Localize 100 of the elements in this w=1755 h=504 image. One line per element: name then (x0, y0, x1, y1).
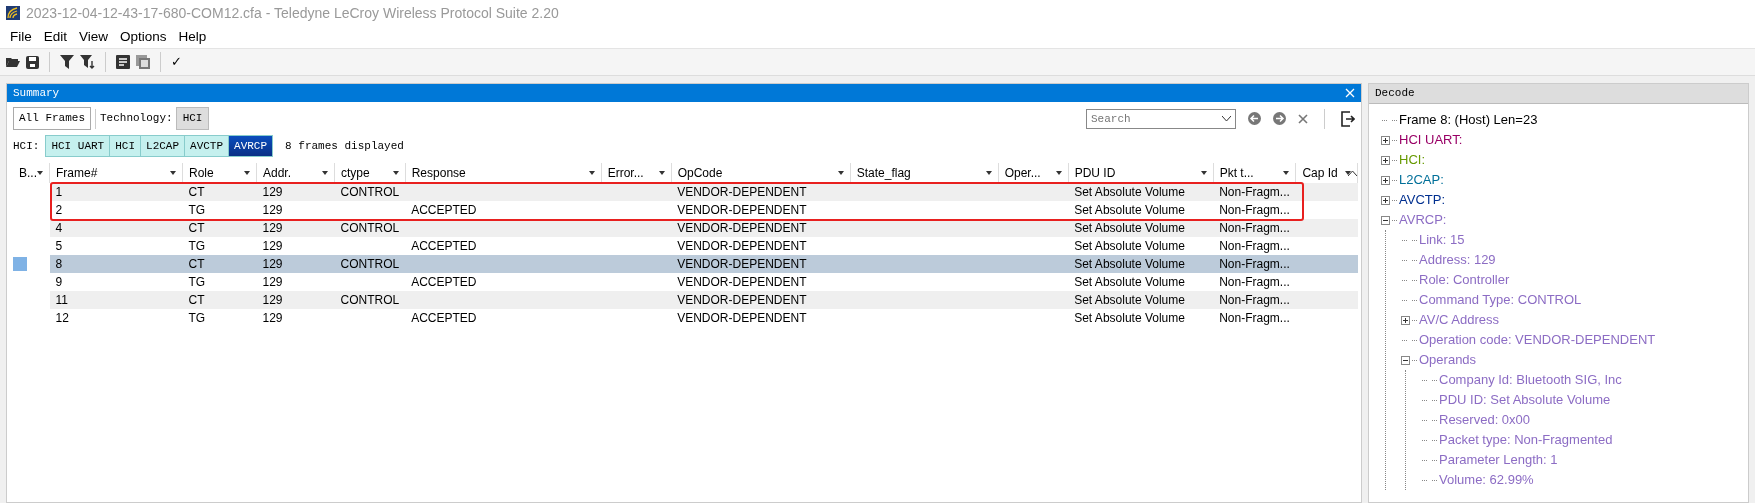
tree-item[interactable]: Operation code: VENDOR-DEPENDENT (1419, 330, 1656, 350)
table-cell: ACCEPTED (405, 309, 602, 327)
expand-icon[interactable] (1381, 155, 1390, 165)
column-header[interactable]: Oper... (998, 163, 1069, 183)
tree-item[interactable]: Role: Controller (1419, 270, 1510, 290)
table-cell: Set Absolute Volume (1068, 309, 1214, 327)
tree-item[interactable]: AV/C Address (1419, 310, 1499, 330)
column-header[interactable]: Role (182, 163, 257, 183)
table-cell: VENDOR-DEPENDENT (671, 201, 851, 219)
save-icon[interactable] (26, 55, 39, 69)
table-cell: Set Absolute Volume (1068, 291, 1214, 309)
app-icon (6, 6, 20, 20)
tree-item[interactable]: Operands (1419, 350, 1477, 370)
layer-tab[interactable]: HCI UART (45, 134, 110, 158)
column-header[interactable]: Error... (601, 163, 672, 183)
column-header[interactable]: Addr. (256, 163, 335, 183)
column-header[interactable]: Response (405, 163, 602, 183)
column-header[interactable]: PDU ID (1068, 163, 1214, 183)
caret-icon[interactable] (1055, 171, 1062, 175)
tree-item[interactable]: Volume: 62.99% (1439, 470, 1534, 490)
table-cell: Non-Fragm... (1213, 273, 1296, 291)
tree-item[interactable]: HCI UART: (1399, 130, 1463, 150)
previous-icon[interactable] (1248, 112, 1261, 125)
layer-tab[interactable]: AVCTP (184, 134, 229, 158)
table-cell: VENDOR-DEPENDENT (671, 309, 851, 327)
scroll-up-icon[interactable] (1348, 170, 1357, 176)
collapse-icon[interactable] (1381, 215, 1390, 225)
menu-item[interactable]: File (4, 26, 38, 48)
column-header[interactable]: OpCode (671, 163, 851, 183)
table-cell: CONTROL (334, 255, 406, 273)
tree-item[interactable]: AVCTP: (1399, 190, 1445, 210)
clear-icon[interactable] (1298, 113, 1308, 124)
caret-icon[interactable] (588, 171, 595, 175)
tree-item[interactable]: Reserved: 0x00 (1439, 410, 1531, 430)
caret-icon[interactable] (1283, 171, 1290, 175)
tree-item[interactable]: Parameter Length: 1 (1439, 450, 1558, 470)
menu-item[interactable]: Edit (37, 26, 74, 48)
table-cell: ACCEPTED (405, 201, 602, 219)
tree-item[interactable]: Address: 129 (1419, 250, 1496, 270)
filter-icon[interactable] (60, 55, 74, 69)
check-button[interactable]: ✓ (171, 52, 182, 72)
table-cell: Set Absolute Volume (1068, 237, 1214, 255)
image-icon[interactable] (136, 55, 150, 69)
table-cell: ACCEPTED (405, 273, 602, 291)
table-cell: Non-Fragm... (1213, 291, 1296, 309)
caret-icon[interactable] (985, 171, 992, 175)
expand-icon[interactable] (1401, 315, 1410, 325)
menu-item[interactable]: View (73, 26, 115, 48)
caret-icon[interactable] (170, 171, 176, 175)
column-header[interactable]: Frame# (49, 163, 183, 183)
caret-icon[interactable] (392, 171, 399, 175)
frame-count: 8 frames displayed (285, 138, 404, 154)
column-header[interactable]: B... (13, 163, 50, 183)
next-icon[interactable] (1273, 112, 1286, 125)
tree-item[interactable]: Frame 8: (Host) Len=23 (1399, 110, 1538, 130)
tree-item[interactable]: Link: 15 (1419, 230, 1465, 250)
caret-icon[interactable] (37, 171, 43, 175)
caret-icon[interactable] (837, 171, 844, 175)
table-cell: 129 (256, 309, 335, 327)
technology-button[interactable]: HCI (175, 107, 210, 130)
document-icon[interactable] (116, 55, 130, 69)
table-cell: Set Absolute Volume (1068, 201, 1214, 219)
layer-tab[interactable]: L2CAP (140, 134, 185, 158)
table-cell: VENDOR-DEPENDENT (671, 237, 851, 255)
filter-down-icon[interactable] (80, 55, 95, 69)
export-icon[interactable] (1341, 110, 1355, 127)
tree-item[interactable]: Command Type: CONTROL (1419, 290, 1582, 310)
tree-item[interactable]: HCI: (1399, 150, 1425, 170)
caret-icon[interactable] (322, 171, 328, 175)
caret-icon[interactable] (658, 171, 665, 175)
dropdown-icon[interactable] (1222, 115, 1231, 122)
caret-icon[interactable] (244, 171, 250, 175)
caret-icon[interactable] (1345, 171, 1352, 175)
tree-item[interactable]: Packet type: Non-Fragmented (1439, 430, 1613, 450)
search-field[interactable]: Search (1086, 108, 1236, 129)
tree-item[interactable]: PDU ID: Set Absolute Volume (1439, 390, 1611, 410)
table-cell: 12 (49, 309, 183, 327)
table-cell: Non-Fragm... (1213, 201, 1296, 219)
menu-item[interactable]: Help (172, 26, 213, 48)
expand-icon[interactable] (1381, 175, 1390, 185)
all-frames-button[interactable]: All Frames (13, 107, 91, 130)
expand-icon[interactable] (1381, 135, 1390, 145)
column-header[interactable]: State_flag (850, 163, 999, 183)
table-cell: Non-Fragm... (1213, 255, 1296, 273)
table-cell: Non-Fragm... (1213, 237, 1296, 255)
column-header[interactable]: ctype (334, 163, 406, 183)
layer-tab[interactable]: AVRCP (228, 134, 273, 158)
technology-label: Technology: (100, 111, 173, 127)
tree-item[interactable]: AVRCP: (1399, 210, 1447, 230)
folder-icon[interactable] (6, 56, 20, 68)
collapse-icon[interactable] (1401, 355, 1410, 365)
table-cell: 129 (256, 291, 335, 309)
column-header[interactable]: Pkt t... (1213, 163, 1296, 183)
layer-tab[interactable]: HCI (109, 134, 141, 158)
menu-item[interactable]: Options (114, 26, 173, 48)
close-icon[interactable] (1345, 88, 1355, 98)
tree-item[interactable]: L2CAP: (1399, 170, 1444, 190)
tree-item[interactable]: Company Id: Bluetooth SIG, Inc (1439, 370, 1622, 390)
expand-icon[interactable] (1381, 195, 1390, 205)
caret-icon[interactable] (1200, 171, 1207, 175)
